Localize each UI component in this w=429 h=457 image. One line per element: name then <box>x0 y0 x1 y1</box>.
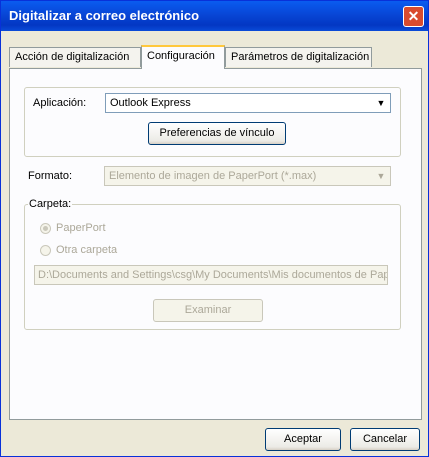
close-button[interactable]: ✕ <box>403 6 424 27</box>
formato-select[interactable]: Elemento de imagen de PaperPort (*.max) … <box>104 166 391 186</box>
aceptar-button[interactable]: Aceptar <box>265 428 341 451</box>
tab-label: Acción de digitalización <box>15 51 130 63</box>
radio-paperport-label: PaperPort <box>56 222 106 234</box>
tab-panel-configuracion: Aplicación: Outlook Express ▼ Preferenci… <box>9 68 422 420</box>
aplicacion-group: Aplicación: Outlook Express ▼ Preferenci… <box>24 87 401 157</box>
title-bar[interactable]: Digitalizar a correo electrónico ✕ <box>1 1 428 31</box>
aplicacion-select[interactable]: Outlook Express ▼ <box>105 93 391 113</box>
radio-otra-carpeta-label: Otra carpeta <box>56 244 118 256</box>
carpeta-path-field[interactable]: D:\Documents and Settings\csg\My Documen… <box>34 265 388 285</box>
tab-label: Configuración <box>147 50 215 62</box>
carpeta-path-value: D:\Documents and Settings\csg\My Documen… <box>38 269 388 281</box>
window-title: Digitalizar a correo electrónico <box>9 8 200 23</box>
tab-label: Parámetros de digitalización <box>231 51 370 63</box>
dialog-window: Digitalizar a correo electrónico ✕ Acció… <box>0 0 429 457</box>
tab-accion-digitalizacion[interactable]: Acción de digitalización <box>9 47 141 67</box>
chevron-down-icon[interactable]: ▼ <box>373 168 389 184</box>
radio-otra-carpeta[interactable] <box>40 245 51 256</box>
examinar-button[interactable]: Examinar <box>153 299 263 322</box>
close-icon: ✕ <box>407 8 420 24</box>
carpeta-label: Carpeta: <box>28 198 73 210</box>
aplicacion-label: Aplicación: <box>33 97 87 109</box>
aplicacion-select-value: Outlook Express <box>110 97 191 109</box>
radio-paperport[interactable] <box>40 223 51 234</box>
cancelar-button[interactable]: Cancelar <box>350 428 420 451</box>
tab-parametros-digitalizacion[interactable]: Parámetros de digitalización <box>225 47 372 67</box>
tab-configuracion[interactable]: Configuración <box>141 45 225 69</box>
radio-selected-dot <box>43 226 48 231</box>
chevron-down-icon[interactable]: ▼ <box>373 95 389 111</box>
formato-label: Formato: <box>28 170 73 182</box>
formato-select-value: Elemento de imagen de PaperPort (*.max) <box>109 170 317 182</box>
preferencias-vinculo-button[interactable]: Preferencias de vínculo <box>148 122 286 145</box>
